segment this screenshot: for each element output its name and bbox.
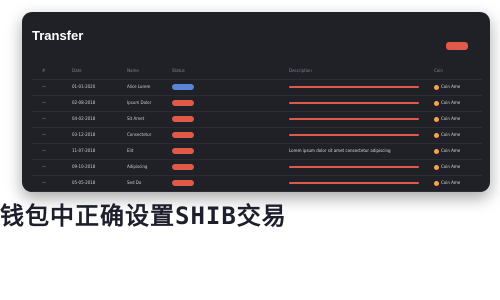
row-name: Sed Do: [127, 180, 142, 185]
row-date: 05-05-2018: [72, 180, 96, 185]
coin-label: Coin Ame: [441, 164, 461, 169]
table-row[interactable]: — 01-01-2020 Alice Lorem Coin Ame: [32, 80, 482, 96]
row-coin: Coin Ame: [434, 180, 460, 186]
coin-label: Coin Ame: [441, 148, 461, 153]
page-title: Transfer: [32, 28, 84, 43]
table-row[interactable]: — 04-02-2018 Sit Amet Coin Ame: [32, 112, 482, 128]
row-description-bar: [289, 102, 419, 104]
row-index: —: [42, 164, 46, 169]
row-coin: Coin Ame: [434, 148, 460, 154]
row-description: Lorem ipsum dolor sit amet consectetur a…: [289, 148, 391, 153]
row-date: 04-02-2018: [72, 116, 96, 121]
row-name: Adipiscing: [127, 164, 148, 169]
status-badge[interactable]: [172, 100, 194, 106]
table-row[interactable]: — 03-12-2018 Consectetur Coin Ame: [32, 128, 482, 144]
coin-label: Coin Ame: [441, 100, 461, 105]
transfer-panel: Transfer # Date Name Status Description Coin —…: [22, 12, 490, 192]
row-date: 09-10-2018: [72, 164, 96, 169]
column-header: Coin: [434, 68, 443, 73]
row-coin: Coin Ame: [434, 132, 460, 138]
coin-icon: [434, 100, 439, 106]
coin-icon: [434, 180, 439, 186]
status-badge[interactable]: [172, 132, 194, 138]
coin-icon: [434, 164, 439, 170]
status-badge[interactable]: [172, 84, 194, 90]
table-row[interactable]: — 11-07-2018 Elit Lorem ipsum dolor sit ame…: [32, 144, 482, 160]
table-row[interactable]: — 09-10-2018 Adipiscing Coin Ame: [32, 160, 482, 176]
status-badge[interactable]: [172, 164, 194, 170]
row-name: Consectetur: [127, 132, 152, 137]
row-index: —: [42, 116, 46, 121]
row-description-bar: [289, 86, 419, 88]
row-description-bar: [289, 166, 419, 168]
column-header: #: [42, 68, 46, 73]
coin-label: Coin Ame: [441, 84, 461, 89]
column-header: Name: [127, 68, 139, 73]
row-date: 03-12-2018: [72, 132, 96, 137]
transfer-table: # Date Name Status Description Coin — 01-01-202…: [32, 64, 482, 192]
coin-label: Coin Ame: [441, 116, 461, 121]
row-name: Alice Lorem: [127, 84, 151, 89]
row-description-bar: [289, 118, 419, 120]
row-coin: Coin Ame: [434, 84, 460, 90]
coin-icon: [434, 132, 439, 138]
status-badge[interactable]: [172, 148, 194, 154]
row-date: 02-08-2018: [72, 100, 96, 105]
column-header: Status: [172, 68, 185, 73]
action-button[interactable]: [446, 42, 468, 50]
row-description-bar: [289, 134, 419, 136]
coin-icon: [434, 148, 439, 154]
row-index: —: [42, 84, 46, 89]
row-date: 01-01-2020: [72, 84, 96, 89]
coin-icon: [434, 116, 439, 122]
column-header: Description: [289, 68, 312, 73]
coin-icon: [434, 84, 439, 90]
row-coin: Coin Ame: [434, 116, 460, 122]
banner-text: 钱包中正确设置SHIB交易: [0, 202, 287, 230]
row-date: 11-07-2018: [72, 148, 96, 153]
row-name: Elit: [127, 148, 134, 153]
table-row[interactable]: — 05-05-2018 Sed Do Coin Ame: [32, 176, 482, 192]
table-header: # Date Name Status Description Coin: [32, 64, 482, 80]
column-header: Date: [72, 68, 82, 73]
row-index: —: [42, 180, 46, 185]
row-index: —: [42, 148, 46, 153]
status-badge[interactable]: [172, 180, 194, 186]
table-row[interactable]: — 02-08-2018 Ipsum Dolor Coin Ame: [32, 96, 482, 112]
row-name: Ipsum Dolor: [127, 100, 152, 105]
coin-label: Coin Ame: [441, 180, 461, 185]
row-description-bar: [289, 182, 419, 184]
row-name: Sit Amet: [127, 116, 145, 121]
row-index: —: [42, 100, 46, 105]
status-badge[interactable]: [172, 116, 194, 122]
row-index: —: [42, 132, 46, 137]
row-coin: Coin Ame: [434, 100, 460, 106]
coin-label: Coin Ame: [441, 132, 461, 137]
row-coin: Coin Ame: [434, 164, 460, 170]
